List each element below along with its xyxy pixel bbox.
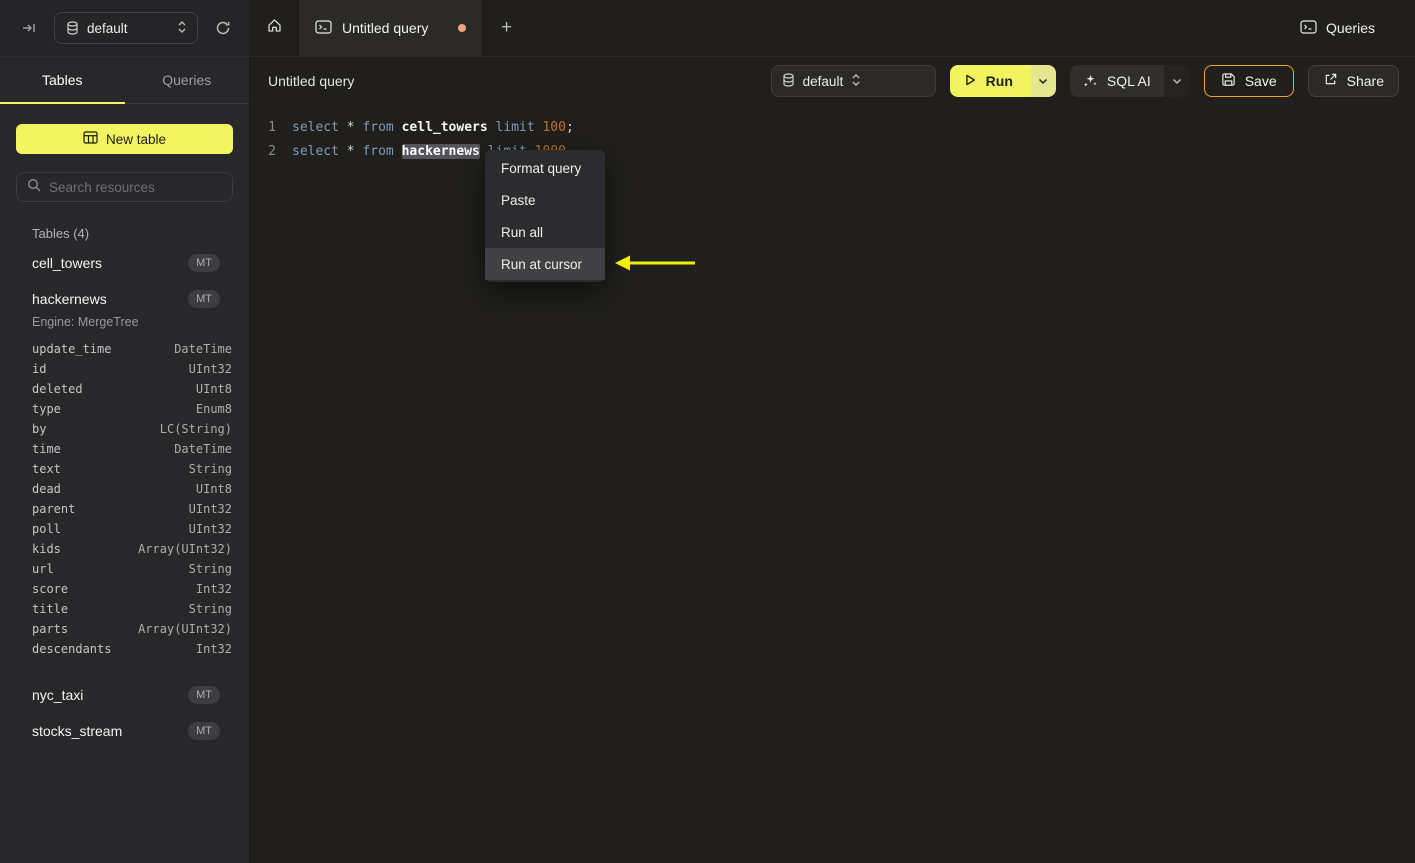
query-database-value: default (802, 73, 844, 89)
context-menu-item[interactable]: Run all (485, 216, 605, 248)
code-line: 2select * from hackernews limit 1000 (250, 140, 1415, 164)
table-row-cell-towers[interactable]: cell_towers MT (0, 245, 249, 281)
database-selector-value: default (87, 20, 128, 36)
line-number: 2 (268, 144, 276, 159)
search-input[interactable] (49, 179, 222, 195)
table-name: nyc_taxi (32, 687, 84, 703)
queries-button[interactable]: Queries (1300, 0, 1375, 56)
engine-label: Engine: MergeTree (32, 315, 139, 329)
table-row-nyc-taxi[interactable]: nyc_taxi MT (0, 677, 249, 713)
tab-strip: Untitled query + Queries (250, 0, 1415, 57)
line-number: 1 (268, 120, 276, 135)
save-icon (1221, 72, 1236, 90)
sql-ai-split-button: SQL AI (1069, 65, 1190, 97)
query-title: Untitled query (268, 73, 355, 89)
database-icon (782, 72, 795, 90)
schema-column-row: time DateTime (32, 442, 232, 456)
external-link-icon (1323, 72, 1338, 90)
search-box[interactable] (16, 172, 233, 202)
sidebar-tab-tables[interactable]: Tables (0, 57, 125, 104)
refresh-icon[interactable] (210, 15, 236, 41)
save-button-label: Save (1244, 73, 1277, 89)
save-button[interactable]: Save (1203, 65, 1294, 97)
context-menu-item[interactable]: Run at cursor (485, 248, 605, 280)
unsaved-dot (458, 24, 466, 32)
share-button[interactable]: Share (1307, 65, 1399, 97)
sidebar-tab-queries[interactable]: Queries (125, 57, 250, 103)
code-line: 1 select * from cell_towers limit 100; (250, 116, 1415, 140)
sidebar: Tables Queries New table Tables (4) cell… (0, 57, 250, 863)
table-name: hackernews (32, 291, 107, 307)
table-grid-icon (83, 131, 98, 147)
table-name: stocks_stream (32, 723, 123, 739)
tab-untitled-query[interactable]: Untitled query (298, 0, 483, 56)
engine-badge: MT (188, 686, 220, 704)
annotation-arrow-icon (615, 255, 695, 271)
sidebar-tabs: Tables Queries (0, 57, 249, 104)
queries-button-label: Queries (1325, 20, 1375, 36)
terminal-icon (315, 19, 332, 37)
schema-column-row: descendants Int32 (32, 642, 232, 656)
collapse-sidebar-icon[interactable] (16, 15, 42, 41)
schema-column-row: poll UInt32 (32, 522, 232, 536)
tab-title: Untitled query (342, 20, 429, 36)
main-panel: Untitled query default Run SQL AI Save S… (250, 57, 1415, 863)
home-icon (266, 17, 283, 39)
schema-column-row: kids Array(UInt32) (32, 542, 232, 556)
run-button[interactable]: Run (949, 65, 1031, 97)
sql-ai-label: SQL AI (1106, 73, 1151, 89)
chevron-updown-icon (851, 73, 861, 90)
schema-column-row: score Int32 (32, 582, 232, 596)
play-icon (963, 73, 977, 90)
schema-column-row: text String (32, 462, 232, 476)
database-icon (65, 21, 79, 35)
table-row-hackernews[interactable]: hackernews MT (0, 281, 249, 317)
sql-ai-caret[interactable] (1163, 65, 1190, 97)
schema-column-row: by LC(String) (32, 422, 232, 436)
schema-column-row: id UInt32 (32, 362, 232, 376)
editor-context-menu: Format query Paste Run all Run at cursor (485, 150, 605, 282)
table-row-stocks-stream[interactable]: stocks_stream MT (0, 713, 249, 749)
run-button-label: Run (985, 73, 1013, 89)
schema-column-row: title String (32, 602, 232, 616)
new-tab-button[interactable]: + (483, 0, 530, 56)
share-button-label: Share (1346, 73, 1384, 89)
new-table-label: New table (105, 131, 167, 147)
engine-badge: MT (188, 254, 220, 272)
table-name: cell_towers (32, 255, 103, 271)
terminal-icon (1300, 19, 1317, 37)
sql-ai-button[interactable]: SQL AI (1069, 65, 1164, 97)
schema-column-row: url String (32, 562, 232, 576)
sparkle-icon (1083, 72, 1098, 90)
chevron-updown-icon (177, 20, 187, 37)
schema-column-row: type Enum8 (32, 402, 232, 416)
tab-home[interactable] (250, 0, 298, 56)
topbar: default Untitled query + Queries (0, 0, 1415, 57)
engine-badge: MT (188, 722, 220, 740)
schema-column-row: dead UInt8 (32, 482, 232, 496)
schema-column-row: update_time DateTime (32, 342, 232, 356)
sql-editor[interactable]: 1 select * from cell_towers limit 100; 2 se… (250, 105, 1415, 863)
topbar-left: default (0, 0, 250, 57)
context-menu-item[interactable]: Format query (485, 152, 605, 184)
engine-badge: MT (188, 290, 220, 308)
schema-column-row: parent UInt32 (32, 502, 232, 516)
database-selector[interactable]: default (54, 12, 198, 44)
tables-section-label: Tables (4) (32, 226, 90, 241)
query-database-selector[interactable]: default (770, 65, 936, 97)
schema-column-list: update_time DateTime id UInt32 deleted UInt8 t… (0, 337, 249, 665)
new-table-button[interactable]: New table (16, 124, 233, 154)
code-lines: 1 select * from cell_towers limit 100; 2 se… (250, 116, 1415, 164)
context-menu-item[interactable]: Paste (485, 184, 605, 216)
schema-column-row: parts Array(UInt32) (32, 622, 232, 636)
run-split-button: Run (949, 65, 1056, 97)
search-icon (27, 178, 41, 197)
toolbar: default Run SQL AI Save Share (770, 65, 1399, 97)
run-options-caret[interactable] (1030, 65, 1056, 97)
main-header: Untitled query default Run SQL AI Save S… (250, 57, 1415, 105)
schema-column-row: deleted UInt8 (32, 382, 232, 396)
